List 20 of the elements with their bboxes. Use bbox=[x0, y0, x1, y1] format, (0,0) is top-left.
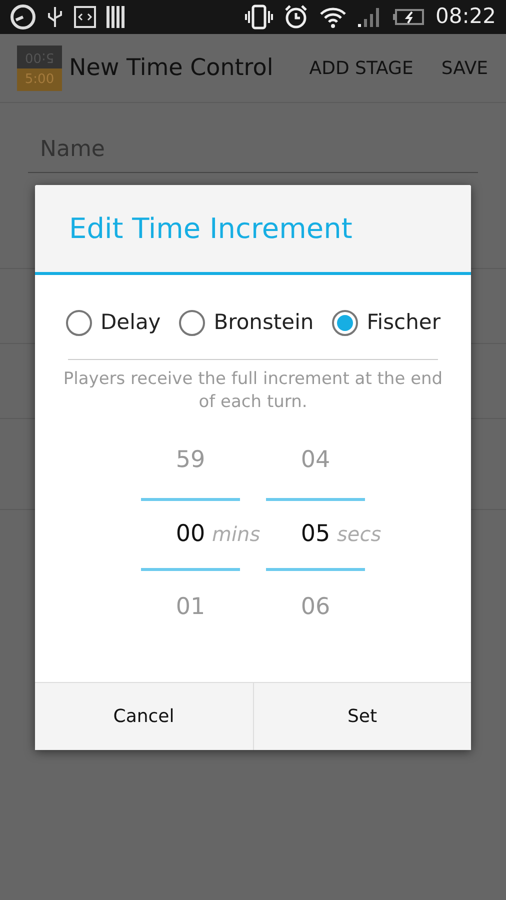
description-text: Players receive the full increment at the end of each turn. bbox=[62, 368, 444, 414]
code-icon bbox=[74, 6, 96, 28]
clock-time: 08:22 bbox=[435, 3, 496, 30]
dialog-title: Edit Time Increment bbox=[69, 210, 352, 246]
app-title: New Time Control bbox=[69, 54, 274, 83]
speedometer-icon bbox=[10, 4, 36, 30]
vibrate-icon bbox=[245, 4, 274, 30]
dialog-button[interactable]: Set bbox=[252, 683, 471, 750]
picker-selected-value[interactable]: 00 bbox=[176, 516, 206, 552]
dialog-button[interactable]: Cancel bbox=[35, 683, 252, 750]
picker-selected-value[interactable]: 05 bbox=[300, 516, 330, 552]
unit-label: secs bbox=[337, 521, 382, 548]
usb-icon bbox=[46, 5, 64, 29]
radio-option[interactable]: Fischer bbox=[332, 307, 440, 338]
radio-option[interactable]: Delay bbox=[66, 307, 161, 338]
radio-option[interactable]: Bronstein bbox=[178, 307, 314, 338]
battery-icon bbox=[393, 8, 426, 26]
unit-label: mins bbox=[212, 521, 260, 548]
wifi-icon bbox=[319, 5, 348, 29]
alarm-icon bbox=[283, 4, 310, 30]
